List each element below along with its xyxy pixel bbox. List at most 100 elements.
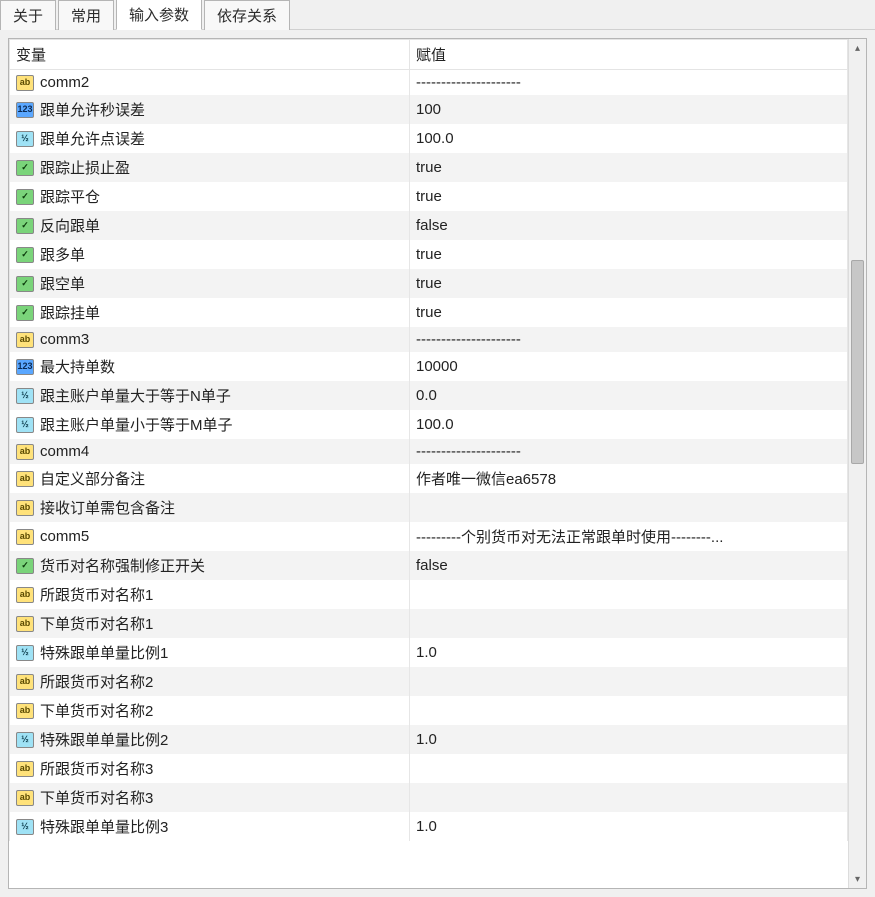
scroll-track[interactable] bbox=[849, 57, 866, 870]
table-row[interactable]: ✓跟踪平仓true bbox=[10, 182, 848, 211]
parameters-grid-body: abcomm2---------------------123跟单允许秒误差10… bbox=[10, 70, 848, 842]
parameters-grid-wrap[interactable]: 变量 赋值 abcomm2---------------------123跟单允… bbox=[9, 39, 848, 888]
variable-cell[interactable]: ab所跟货币对名称2 bbox=[10, 667, 410, 696]
tab-0[interactable]: 关于 bbox=[0, 0, 56, 30]
vertical-scrollbar[interactable]: ▴ ▾ bbox=[848, 39, 866, 888]
value-cell[interactable]: false bbox=[410, 551, 848, 580]
variable-name: 最大持单数 bbox=[40, 356, 115, 377]
value-cell[interactable]: true bbox=[410, 298, 848, 327]
value-cell[interactable] bbox=[410, 493, 848, 522]
variable-cell[interactable]: 123最大持单数 bbox=[10, 352, 410, 381]
variable-cell[interactable]: ½特殊跟单单量比例3 bbox=[10, 812, 410, 841]
type-string-icon: ab bbox=[16, 616, 34, 632]
value-cell[interactable] bbox=[410, 754, 848, 783]
value-cell[interactable]: 100 bbox=[410, 95, 848, 124]
type-string-icon: ab bbox=[16, 500, 34, 516]
table-row[interactable]: 123跟单允许秒误差100 bbox=[10, 95, 848, 124]
variable-cell[interactable]: ✓跟多单 bbox=[10, 240, 410, 269]
table-row[interactable]: ab下单货币对名称1 bbox=[10, 609, 848, 638]
table-row[interactable]: abcomm4--------------------- bbox=[10, 439, 848, 464]
value-cell[interactable]: 10000 bbox=[410, 352, 848, 381]
variable-cell[interactable]: ab接收订单需包含备注 bbox=[10, 493, 410, 522]
table-row[interactable]: 123最大持单数10000 bbox=[10, 352, 848, 381]
variable-name: 跟主账户单量小于等于M单子 bbox=[40, 414, 233, 435]
value-cell[interactable] bbox=[410, 696, 848, 725]
table-row[interactable]: ✓货币对名称强制修正开关false bbox=[10, 551, 848, 580]
table-row[interactable]: ½跟主账户单量小于等于M单子100.0 bbox=[10, 410, 848, 439]
variable-cell[interactable]: ½特殊跟单单量比例1 bbox=[10, 638, 410, 667]
column-header-value[interactable]: 赋值 bbox=[410, 40, 848, 70]
variable-cell[interactable]: ab下单货币对名称3 bbox=[10, 783, 410, 812]
scroll-down-arrow-icon[interactable]: ▾ bbox=[849, 870, 866, 888]
scroll-thumb[interactable] bbox=[851, 260, 864, 463]
value-cell[interactable]: ---------个别货币对无法正常跟单时使用--------... bbox=[410, 522, 848, 551]
variable-cell[interactable]: ½特殊跟单单量比例2 bbox=[10, 725, 410, 754]
value-cell[interactable]: true bbox=[410, 240, 848, 269]
value-cell[interactable] bbox=[410, 667, 848, 696]
variable-cell[interactable]: ✓跟踪止损止盈 bbox=[10, 153, 410, 182]
variable-cell[interactable]: ½跟主账户单量大于等于N单子 bbox=[10, 381, 410, 410]
variable-cell[interactable]: ab下单货币对名称1 bbox=[10, 609, 410, 638]
tab-2[interactable]: 输入参数 bbox=[116, 0, 202, 30]
variable-cell[interactable]: ✓货币对名称强制修正开关 bbox=[10, 551, 410, 580]
variable-cell[interactable]: abcomm3 bbox=[10, 327, 410, 352]
variable-cell[interactable]: ab下单货币对名称2 bbox=[10, 696, 410, 725]
table-row[interactable]: ½特殊跟单单量比例11.0 bbox=[10, 638, 848, 667]
value-cell[interactable]: --------------------- bbox=[410, 70, 848, 96]
value-cell[interactable] bbox=[410, 609, 848, 638]
table-row[interactable]: ✓跟踪止损止盈true bbox=[10, 153, 848, 182]
table-row[interactable]: ab自定义部分备注作者唯一微信ea6578 bbox=[10, 464, 848, 493]
value-cell[interactable]: false bbox=[410, 211, 848, 240]
table-row[interactable]: ½特殊跟单单量比例31.0 bbox=[10, 812, 848, 841]
table-row[interactable]: ✓反向跟单false bbox=[10, 211, 848, 240]
value-cell[interactable] bbox=[410, 580, 848, 609]
value-cell[interactable]: --------------------- bbox=[410, 327, 848, 352]
value-cell[interactable]: 100.0 bbox=[410, 410, 848, 439]
value-cell[interactable]: 1.0 bbox=[410, 812, 848, 841]
table-row[interactable]: ab下单货币对名称3 bbox=[10, 783, 848, 812]
variable-cell[interactable]: ½跟单允许点误差 bbox=[10, 124, 410, 153]
value-cell[interactable]: true bbox=[410, 269, 848, 298]
scroll-up-arrow-icon[interactable]: ▴ bbox=[849, 39, 866, 57]
variable-cell[interactable]: abcomm2 bbox=[10, 70, 410, 96]
value-cell[interactable]: 1.0 bbox=[410, 725, 848, 754]
table-row[interactable]: abcomm3--------------------- bbox=[10, 327, 848, 352]
table-row[interactable]: ab所跟货币对名称3 bbox=[10, 754, 848, 783]
variable-name: comm5 bbox=[40, 528, 89, 545]
table-row[interactable]: ab下单货币对名称2 bbox=[10, 696, 848, 725]
value-cell[interactable]: 0.0 bbox=[410, 381, 848, 410]
value-cell[interactable] bbox=[410, 783, 848, 812]
table-row[interactable]: ab所跟货币对名称2 bbox=[10, 667, 848, 696]
value-cell[interactable]: 作者唯一微信ea6578 bbox=[410, 464, 848, 493]
variable-cell[interactable]: abcomm4 bbox=[10, 439, 410, 464]
table-row[interactable]: ab接收订单需包含备注 bbox=[10, 493, 848, 522]
variable-cell[interactable]: ab所跟货币对名称3 bbox=[10, 754, 410, 783]
table-row[interactable]: abcomm2--------------------- bbox=[10, 70, 848, 96]
variable-cell[interactable]: ✓跟踪挂单 bbox=[10, 298, 410, 327]
table-row[interactable]: ½跟主账户单量大于等于N单子0.0 bbox=[10, 381, 848, 410]
tab-1[interactable]: 常用 bbox=[58, 0, 114, 30]
variable-cell[interactable]: ✓跟空单 bbox=[10, 269, 410, 298]
table-row[interactable]: abcomm5---------个别货币对无法正常跟单时使用--------..… bbox=[10, 522, 848, 551]
table-row[interactable]: ✓跟空单true bbox=[10, 269, 848, 298]
table-row[interactable]: ✓跟多单true bbox=[10, 240, 848, 269]
variable-cell[interactable]: ab所跟货币对名称1 bbox=[10, 580, 410, 609]
table-row[interactable]: ½特殊跟单单量比例21.0 bbox=[10, 725, 848, 754]
value-cell[interactable]: 1.0 bbox=[410, 638, 848, 667]
variable-cell[interactable]: abcomm5 bbox=[10, 522, 410, 551]
variable-cell[interactable]: ✓反向跟单 bbox=[10, 211, 410, 240]
table-row[interactable]: ab所跟货币对名称1 bbox=[10, 580, 848, 609]
type-string-icon: ab bbox=[16, 471, 34, 487]
value-cell[interactable]: 100.0 bbox=[410, 124, 848, 153]
table-row[interactable]: ✓跟踪挂单true bbox=[10, 298, 848, 327]
variable-cell[interactable]: 123跟单允许秒误差 bbox=[10, 95, 410, 124]
column-header-variable[interactable]: 变量 bbox=[10, 40, 410, 70]
variable-cell[interactable]: ½跟主账户单量小于等于M单子 bbox=[10, 410, 410, 439]
variable-cell[interactable]: ✓跟踪平仓 bbox=[10, 182, 410, 211]
value-cell[interactable]: true bbox=[410, 182, 848, 211]
tab-3[interactable]: 依存关系 bbox=[204, 0, 290, 30]
value-cell[interactable]: --------------------- bbox=[410, 439, 848, 464]
value-cell[interactable]: true bbox=[410, 153, 848, 182]
variable-cell[interactable]: ab自定义部分备注 bbox=[10, 464, 410, 493]
table-row[interactable]: ½跟单允许点误差100.0 bbox=[10, 124, 848, 153]
